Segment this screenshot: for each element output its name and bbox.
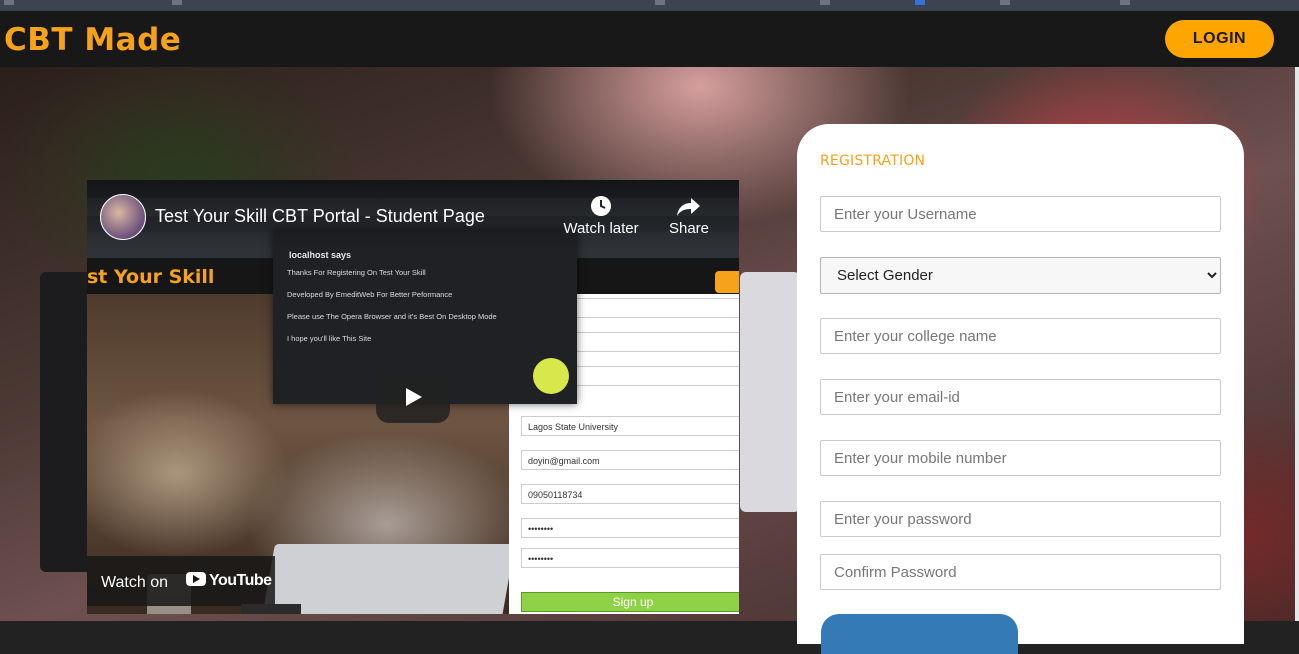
chrome-toolbar-icon	[820, 0, 830, 5]
share-arrow-icon	[677, 198, 700, 216]
dialog-line: Please use The Opera Browser and it's Be…	[287, 312, 497, 321]
chrome-toolbar-icon	[655, 0, 665, 5]
watch-later-button[interactable]: Watch later	[561, 194, 641, 238]
video-frame-login-icon	[715, 271, 739, 293]
dialog-line: Thanks For Registering On Test Your Skil…	[287, 268, 426, 277]
dialog-line: Developed By EmeditWeb For Better Peform…	[287, 290, 453, 299]
share-button[interactable]: Share	[661, 194, 717, 238]
brand-logo[interactable]: CBT Made	[4, 22, 181, 58]
watch-on-youtube-link[interactable]: Watch on YouTube	[87, 556, 275, 606]
dialog-title: localhost says	[289, 250, 352, 260]
watch-on-label: Watch on	[101, 574, 168, 591]
video-frame-field: ••••••••	[521, 518, 739, 538]
share-label: Share	[668, 220, 710, 237]
register-submit-button[interactable]	[821, 614, 1018, 654]
video-frame-field: Lagos State University	[521, 416, 739, 436]
video-frame-site-brand: st Your Skill	[87, 266, 215, 288]
chrome-toolbar-icon	[4, 0, 14, 5]
login-button[interactable]: LOGIN	[1165, 20, 1274, 58]
channel-avatar[interactable]	[100, 194, 146, 240]
gender-select[interactable]: Select Gender	[820, 257, 1221, 294]
background-monitor	[740, 272, 800, 512]
watch-later-label: Watch later	[563, 220, 639, 237]
confirm-password-input[interactable]	[820, 554, 1221, 590]
registration-title: REGISTRATION	[820, 153, 926, 169]
play-button[interactable]	[376, 371, 450, 423]
video-frame-field: ••••••••	[521, 548, 739, 568]
video-frame-field: doyin@gmail.com	[521, 450, 739, 470]
video-frame-taskbar	[241, 604, 301, 614]
username-input[interactable]	[820, 196, 1221, 232]
password-input[interactable]	[820, 501, 1221, 537]
site-header: CBT Made LOGIN	[0, 11, 1299, 67]
video-title[interactable]: Test Your Skill CBT Portal - Student Pag…	[155, 206, 485, 227]
chrome-toolbar-icon	[1120, 0, 1130, 5]
youtube-wordmark: YouTube	[209, 572, 272, 589]
page-scrollbar[interactable]	[1295, 67, 1299, 621]
college-input[interactable]	[820, 318, 1221, 354]
registration-card: REGISTRATION Select Gender	[797, 124, 1244, 654]
browser-chrome-strip	[0, 0, 1299, 11]
play-icon	[406, 388, 422, 406]
chrome-toolbar-icon	[1000, 0, 1010, 5]
youtube-play-icon	[186, 572, 206, 586]
dialog-line: I hope you'll like This Site	[287, 334, 372, 343]
clock-icon	[591, 196, 611, 216]
email-input[interactable]	[820, 379, 1221, 415]
embedded-video-player[interactable]: st Your Skill Lagos State University doy…	[87, 180, 739, 614]
chrome-toolbar-icon	[172, 0, 182, 5]
chrome-toolbar-icon	[915, 0, 925, 5]
mobile-input[interactable]	[820, 440, 1221, 476]
video-frame-field: 09050118734	[521, 484, 739, 504]
video-frame-signup-button: Sign up	[521, 592, 739, 612]
cursor-highlight	[533, 358, 569, 394]
